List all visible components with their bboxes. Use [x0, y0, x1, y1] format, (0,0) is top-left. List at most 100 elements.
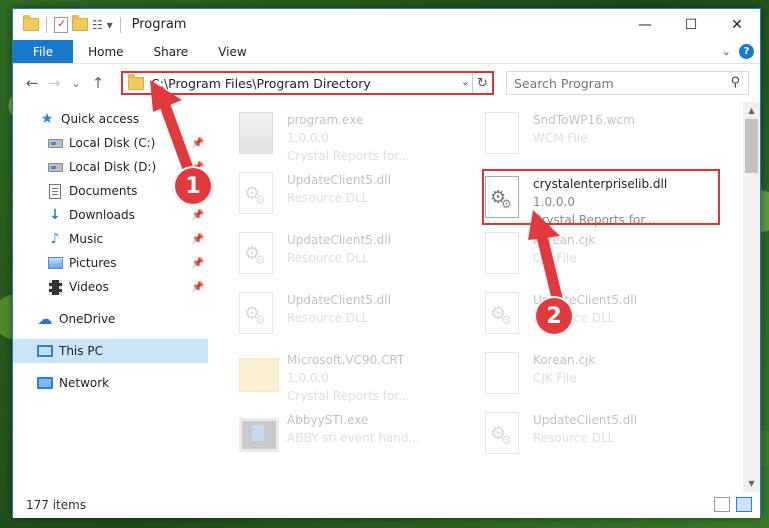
tiles-view-icon[interactable] [736, 497, 752, 512]
new-folder-icon[interactable] [72, 15, 88, 31]
sidebar-item-this-pc[interactable]: This PC [13, 339, 208, 363]
file-item[interactable]: UpdateClient5.dllResource DLL [485, 288, 720, 344]
file-name: AbbyySTI.exe [287, 413, 369, 427]
file-item[interactable]: SndToWP16.wcm WCM File [485, 108, 720, 164]
recent-locations-button[interactable]: ⌄ [65, 77, 87, 90]
quick-access-toolbar: ☷ ▾ [13, 15, 124, 33]
scrollbar-thumb[interactable] [745, 119, 758, 173]
sidebar-item-quick-access[interactable]: ★ Quick access [13, 107, 208, 131]
tab-file[interactable]: File [13, 40, 74, 63]
search-box[interactable]: ⚲ [506, 71, 749, 95]
step-1-callout: 1 [173, 166, 213, 206]
pin-icon[interactable]: 📌 [192, 282, 204, 293]
exe-icon [239, 112, 279, 156]
vertical-scrollbar[interactable]: ▲ ▼ [743, 102, 760, 492]
customize-toolbar-icon[interactable]: ☷ ▾ [92, 18, 113, 32]
file-name: UpdateClient5.dll [287, 233, 391, 247]
address-bar[interactable]: C:\Program Files\Program Directory ⌄ ↻ [121, 71, 494, 95]
status-bar: 177 items [13, 492, 760, 518]
file-detail: 1.0.0.0 [287, 371, 329, 385]
search-icon: ⚲ [730, 75, 740, 90]
ribbon-tabs: File Home Share View ⌄ ? [13, 40, 760, 64]
file-detail: Crystal Reports for... [287, 149, 410, 163]
address-dropdown-icon[interactable]: ⌄ [461, 75, 470, 88]
file-item[interactable]: UpdateClient5.dll Resource DLL [239, 228, 474, 284]
item-count: 177 items [26, 498, 87, 512]
forward-button[interactable]: → [43, 74, 65, 92]
file-icon [485, 232, 525, 276]
sidebar-item-label: Network [59, 376, 110, 390]
properties-icon[interactable] [54, 16, 68, 33]
details-view-icon[interactable] [714, 497, 730, 512]
file-detail: Resource DLL [287, 251, 369, 265]
scroll-up-icon[interactable]: ▲ [743, 102, 760, 119]
file-item[interactable]: UpdateClient5.dllResource DLL [239, 168, 474, 224]
sidebar-item-onedrive[interactable]: ☁ OneDrive [13, 307, 208, 331]
expand-ribbon-icon[interactable]: ⌄ [722, 45, 731, 58]
refresh-button[interactable]: ↻ [472, 73, 492, 93]
file-item[interactable]: AbbyySTI.exe ABBY sti event hand... [239, 408, 474, 464]
sidebar-item-pictures[interactable]: Pictures 📌 [13, 251, 208, 275]
file-detail: Resource DLL [287, 311, 369, 325]
file-item[interactable]: UpdateClient5.dllResource DLL [485, 408, 720, 464]
file-name: UpdateClient5.dll [287, 293, 391, 307]
sidebar-item-network[interactable]: Network [13, 371, 208, 395]
file-item[interactable]: Korean.cjk CJK File [485, 228, 720, 284]
documents-icon [47, 183, 63, 199]
file-detail: 1.0.0.0 [287, 131, 329, 145]
minimize-button[interactable]: — [622, 9, 668, 40]
file-item[interactable]: UpdateClient5.dll Resource DLL [239, 288, 474, 344]
tab-view[interactable]: View [203, 40, 261, 63]
file-item[interactable]: program.exe 1.0.0.0 Crystal Reports for... [239, 108, 474, 164]
address-path[interactable]: C:\Program Files\Program Directory [151, 76, 371, 91]
maximize-button[interactable]: ☐ [668, 9, 714, 40]
dll-icon [485, 292, 525, 336]
downloads-icon: ↓ [49, 207, 61, 223]
music-icon: ♪ [50, 231, 60, 247]
sidebar-item-label: Music [69, 232, 104, 246]
divider [46, 16, 47, 33]
file-list: program.exe 1.0.0.0 Crystal Reports for...… [213, 102, 738, 492]
view-switcher [714, 497, 752, 512]
sidebar-item-label: Downloads [69, 208, 135, 222]
back-button[interactable]: ← [21, 74, 43, 92]
computer-icon [37, 343, 53, 359]
file-name: Microsoft.VC90.CRT [287, 353, 405, 367]
videos-icon [47, 279, 63, 295]
pin-icon[interactable]: 📌 [192, 234, 204, 245]
window-controls: — ☐ ✕ [622, 9, 760, 40]
sidebar-item-videos[interactable]: Videos 📌 [13, 275, 208, 299]
sidebar-item-label: Videos [69, 280, 109, 294]
dll-icon [239, 172, 279, 216]
sidebar-item-label: OneDrive [59, 312, 116, 326]
file-explorer-window: ☷ ▾ Program — ☐ ✕ File Home Share View ⌄… [12, 8, 761, 518]
folder-icon [23, 15, 39, 31]
sidebar-item-label: Documents [69, 184, 138, 198]
file-name: SndToWP16.wcm [533, 113, 635, 127]
tab-share[interactable]: Share [139, 40, 204, 63]
window-title: Program [131, 17, 187, 32]
file-item[interactable]: Korean.cjk CJK File [485, 348, 720, 404]
help-icon[interactable]: ? [739, 44, 754, 59]
search-input[interactable] [514, 75, 724, 91]
divider [119, 16, 121, 33]
target-file-highlight [482, 169, 720, 225]
pin-icon[interactable]: 📌 [192, 138, 204, 149]
dll-icon [239, 232, 279, 276]
close-button[interactable]: ✕ [714, 9, 760, 40]
up-button[interactable]: ↑ [87, 74, 109, 92]
sidebar-item-music[interactable]: ♪ Music 📌 [13, 227, 208, 251]
file-detail: Resource DLL [287, 191, 369, 205]
sidebar-item-local-disk-c[interactable]: Local Disk (C:) 📌 [13, 131, 208, 155]
sidebar-item-downloads[interactable]: ↓ Downloads 📌 [13, 203, 208, 227]
cloud-icon: ☁ [37, 310, 53, 328]
pin-icon[interactable]: 📌 [192, 258, 204, 269]
file-icon [485, 112, 525, 156]
sidebar-item-label: Local Disk (D:) [69, 160, 157, 174]
scroll-down-icon[interactable]: ▼ [743, 475, 760, 492]
pin-icon[interactable]: 📌 [192, 210, 204, 221]
tab-home[interactable]: Home [73, 40, 138, 63]
file-item[interactable]: Microsoft.VC90.CRT 1.0.0.0 Crystal Reports… [239, 348, 474, 404]
folder-icon [239, 352, 279, 396]
file-detail: ABBY sti event hand... [287, 431, 420, 445]
